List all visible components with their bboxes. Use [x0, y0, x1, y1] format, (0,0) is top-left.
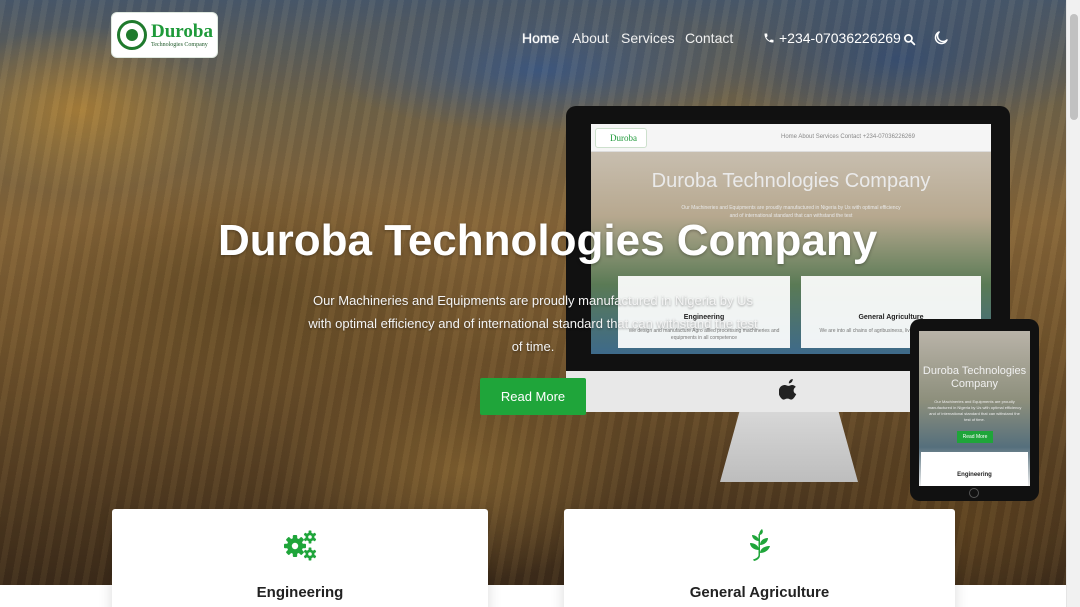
scrollbar-thumb[interactable] — [1070, 14, 1078, 120]
nav-about[interactable]: About — [572, 30, 609, 46]
gears-icon — [283, 529, 317, 566]
read-more-button[interactable]: Read More — [480, 378, 586, 415]
tablet-screen: Duroba Technologies Company Our Machiner… — [919, 331, 1030, 486]
phone-number: +234-07036226269 — [779, 30, 901, 46]
tablet-card-engineering: Engineering — [921, 452, 1028, 486]
tablet-hero-description: Our Machineries and Equipments are proud… — [927, 399, 1022, 422]
brand-subtitle: Technologies Company — [151, 42, 208, 48]
moon-icon — [934, 31, 948, 45]
search-icon — [904, 34, 916, 46]
feature-card-title: General Agriculture — [689, 584, 830, 601]
brand-logo[interactable]: Duroba Technologies Company — [111, 12, 218, 58]
mini-navbar: Duroba Home About Services Contact +234-… — [591, 124, 991, 152]
feature-card-agriculture[interactable]: General Agriculture — [564, 509, 955, 607]
page-scrollbar[interactable] — [1066, 0, 1080, 607]
tablet-card-title: Engineering — [957, 472, 992, 478]
monitor-stand — [720, 412, 858, 482]
tablet-mockup: Duroba Technologies Company Our Machiner… — [910, 319, 1039, 501]
logo-emblem-icon — [117, 20, 147, 50]
hero-title: Duroba Technologies Company — [218, 216, 878, 265]
phone-link[interactable]: +234-07036226269 — [763, 30, 901, 46]
nav-contact[interactable]: Contact — [685, 30, 733, 46]
nav-home[interactable]: Home — [522, 30, 559, 46]
dark-mode-toggle[interactable] — [932, 29, 950, 52]
brand-name: Duroba — [151, 21, 213, 42]
tablet-read-more: Read More — [957, 431, 993, 443]
feature-card-engineering[interactable]: Engineering — [112, 509, 488, 607]
mini-nav-links: Home About Services Contact +234-0703622… — [781, 134, 915, 140]
leaf-sprout-icon — [747, 529, 773, 566]
mini-logo: Duroba — [595, 128, 647, 148]
tablet-hero-title: Duroba Technologies Company — [922, 365, 1027, 390]
tablet-home-button — [969, 488, 979, 498]
hero-description: Our Machineries and Equipments are proud… — [308, 293, 758, 354]
feature-card-title: Engineering — [256, 584, 344, 601]
search-button[interactable] — [903, 33, 916, 51]
apple-logo-icon — [778, 378, 799, 406]
nav-services[interactable]: Services — [621, 30, 675, 46]
phone-icon — [764, 33, 774, 43]
mini-hero-title: Duroba Technologies Company — [651, 170, 931, 192]
